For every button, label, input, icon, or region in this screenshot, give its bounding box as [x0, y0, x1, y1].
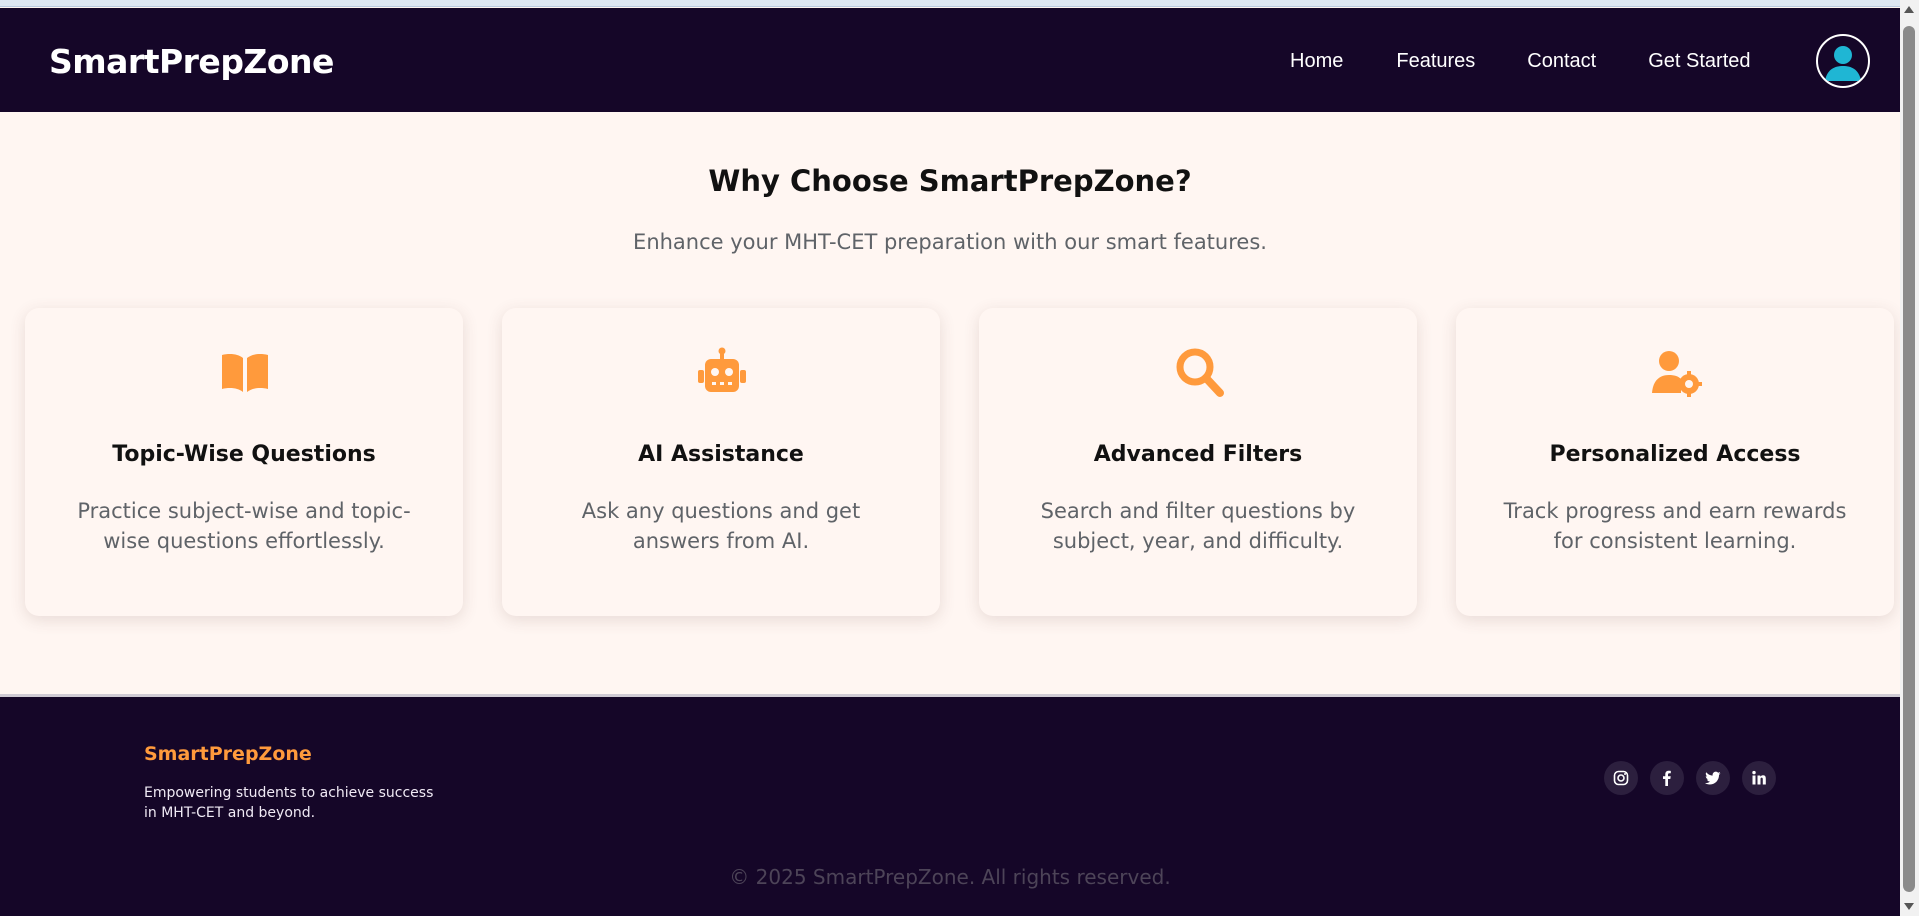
twitter-icon[interactable]: [1696, 761, 1730, 795]
user-gear-icon: [1650, 346, 1702, 398]
scroll-down-arrow-icon[interactable]: [1904, 903, 1914, 910]
nav-get-started-link[interactable]: Get Started: [1648, 50, 1750, 73]
nav-links: Home Features Contact Get Started: [1290, 50, 1751, 73]
footer-brand: SmartPrepZone: [144, 743, 312, 765]
feature-card-ai-assistance: AI Assistance Ask any questions and get …: [502, 308, 940, 616]
copyright-text: © 2025 SmartPrepZone. All rights reserve…: [729, 865, 1171, 889]
scroll-up-arrow-icon[interactable]: [1904, 6, 1914, 13]
card-title: Topic-Wise Questions: [112, 442, 376, 467]
nav-home-link[interactable]: Home: [1290, 50, 1343, 73]
brand-logo[interactable]: SmartPrepZone: [49, 42, 334, 81]
scroll-thumb[interactable]: [1903, 26, 1915, 892]
social-links: [1604, 761, 1776, 795]
nav-features-link[interactable]: Features: [1396, 50, 1475, 73]
card-description: Ask any questions and get answers from A…: [581, 499, 861, 553]
footer: SmartPrepZone Empowering students to ach…: [0, 694, 1900, 916]
card-title: AI Assistance: [638, 442, 804, 467]
book-open-icon: [219, 346, 271, 398]
footer-tagline: Empowering students to achieve success i…: [144, 785, 434, 821]
feature-card-personalized-access: Personalized Access Track progress and e…: [1456, 308, 1894, 616]
browser-top-edge: [0, 0, 1900, 7]
card-description: Track progress and earn rewards for cons…: [1503, 499, 1847, 553]
vertical-scrollbar[interactable]: [1900, 0, 1919, 916]
feature-card-topic-wise: Topic-Wise Questions Practice subject-wi…: [25, 308, 463, 616]
linkedin-icon[interactable]: [1742, 761, 1776, 795]
robot-icon: [696, 346, 748, 398]
navbar: SmartPrepZone Home Features Contact Get …: [0, 8, 1900, 112]
section-title: Why Choose SmartPrepZone?: [708, 164, 1192, 198]
facebook-icon[interactable]: [1650, 761, 1684, 795]
search-icon: [1173, 346, 1225, 398]
user-avatar-icon[interactable]: [1816, 34, 1870, 88]
instagram-icon[interactable]: [1604, 761, 1638, 795]
feature-card-advanced-filters: Advanced Filters Search and filter quest…: [979, 308, 1417, 616]
card-description: Search and filter questions by subject, …: [1040, 499, 1356, 553]
card-title: Personalized Access: [1549, 442, 1801, 467]
nav-contact-link[interactable]: Contact: [1527, 50, 1596, 73]
card-title: Advanced Filters: [1093, 442, 1303, 467]
card-description: Practice subject-wise and topic-wise que…: [77, 499, 411, 553]
section-subtitle: Enhance your MHT-CET preparation with ou…: [633, 230, 1267, 254]
